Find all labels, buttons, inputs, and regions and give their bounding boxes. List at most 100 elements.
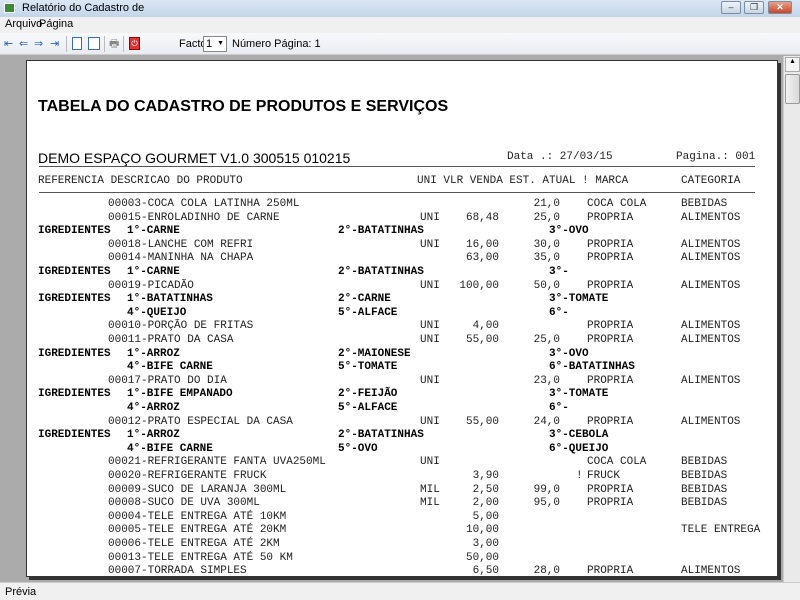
product-brand: PROPRIA <box>587 279 634 292</box>
last-page-icon[interactable]: ⇥ <box>50 37 59 51</box>
minimize-button[interactable]: – <box>721 1 741 14</box>
ingredients-label: IGREDIENTES <box>38 429 111 442</box>
prev-page-icon[interactable]: ⇐ <box>19 37 28 51</box>
ingredient-3: 6°- <box>549 306 569 319</box>
product-description: 00004-TELE ENTREGA ATÉ 10KM <box>108 510 287 523</box>
product-category: TELE ENTREGA <box>681 524 761 537</box>
product-row: 00003-COCA COLA LATINHA 250ML 21,0 COCA CO… <box>27 198 777 211</box>
ingredients-row: IGREDIENTES 1°-ARROZ 2°-MAIONESE 3°-OVO <box>27 348 777 361</box>
product-flag: ! <box>576 470 583 482</box>
separator <box>104 36 105 52</box>
ingredient-3: 3°- <box>549 266 569 278</box>
ingredients-row: IGREDIENTES 1°-CARNE 2°-BATATINHAS 3°-OVO <box>27 225 777 238</box>
next-page-icon[interactable]: ⇒ <box>34 37 43 51</box>
product-price: 3,00 <box>472 538 499 550</box>
product-description: 00017-PRATO DO DIA <box>108 374 227 387</box>
ingredient-3: 6°-QUEIJO <box>549 442 609 455</box>
product-stock: 50,0 <box>533 279 560 292</box>
ingredient-1: 4°-ARROZ <box>127 402 180 414</box>
status-bar: Prévia <box>0 582 800 600</box>
ingredient-1: 1°-CARNE <box>127 225 180 238</box>
product-unit: UNI <box>420 334 440 346</box>
product-price: 55,00 <box>465 415 499 428</box>
product-price: 50,00 <box>465 551 499 564</box>
close-report-icon[interactable]: ⏻ <box>129 37 140 50</box>
ingredient-3: 3°-CEBOLA <box>549 429 609 442</box>
report-page: TABELA DO CADASTRO DE PRODUTOS E SERVIÇO… <box>26 60 778 577</box>
product-description: 00020-REFRIGERANTE FRUCK <box>108 470 267 482</box>
status-text: Prévia <box>5 586 37 598</box>
close-button[interactable]: ✕ <box>768 1 792 14</box>
report-viewer: TABELA DO CADASTRO DE PRODUTOS E SERVIÇO… <box>0 56 783 582</box>
product-price: 100,00 <box>459 279 499 292</box>
ingredient-1: 1°-ARROZ <box>127 429 180 442</box>
first-page-icon[interactable]: ⇤ <box>4 37 13 51</box>
menu-pagina[interactable]: Página <box>39 18 73 30</box>
ingredients-row: 4°-BIFE CARNE 5°-TOMATE 6°-BATATINHAS <box>27 361 777 374</box>
ingredients-label: IGREDIENTES <box>38 225 111 238</box>
company-name: DEMO ESPAÇO GOURMET V1.0 300515 010215 <box>38 150 351 166</box>
product-stock: 24,0 <box>533 415 560 428</box>
menu-arquivo[interactable]: Arquivo <box>5 18 42 30</box>
product-unit: UNI <box>420 456 440 469</box>
ingredient-1: 4°-BIFE CARNE <box>127 361 213 374</box>
product-row: 00021-REFRIGERANTE FANTA UVA250ML UNI COCA… <box>27 456 777 469</box>
product-row: 00015-ENROLADINHO DE CARNE UNI 68,48 25,0 PR… <box>27 212 777 225</box>
menu-bar: Arquivo Página <box>0 17 800 33</box>
product-price: 5,00 <box>472 510 499 523</box>
product-description: 00005-TELE ENTREGA ATÉ 20KM <box>108 524 287 537</box>
ingredient-1: 1°-CARNE <box>127 266 180 278</box>
product-row: 00010-PORÇÃO DE FRITAS UNI 4,00 PROPRIA ALIM… <box>27 320 777 333</box>
product-row: 00011-PRATO DA CASA UNI 55,00 25,0 PROPRIA AL… <box>27 334 777 347</box>
single-page-icon[interactable] <box>72 37 82 50</box>
product-price: 6,50 <box>472 565 499 578</box>
restore-button[interactable]: ❐ <box>744 1 764 14</box>
ingredient-2: 2°-MAIONESE <box>338 347 411 360</box>
product-row: 00014-MANINHA NA CHAPA 63,00 35,0 PROPRIA AL… <box>27 252 777 265</box>
ingredient-3: 3°-OVO <box>549 347 589 360</box>
ingredient-2: 5°-ALFACE <box>338 402 398 414</box>
ingredients-row: IGREDIENTES 1°-BIFE EMPANADO 2°-FEIJÃO 3°-T… <box>27 388 777 401</box>
product-stock: 30,0 <box>533 238 560 251</box>
product-description: 00009-SUCO DE LARANJA 300ML <box>108 483 287 496</box>
product-brand: PROPRIA <box>587 238 634 251</box>
ingredients-row: IGREDIENTES 1°-CARNE 2°-BATATINHAS 3°- <box>27 266 777 279</box>
ingredient-3: 3°-TOMATE <box>549 293 609 306</box>
title-bar: Relatório do Cadastro de – ❐ ✕ <box>0 0 800 17</box>
product-row: 00012-PRATO ESPECIAL DA CASA UNI 55,00 24,0… <box>27 416 777 429</box>
product-category: BEBIDAS <box>681 470 728 482</box>
product-description: 00015-ENROLADINHO DE CARNE <box>108 211 280 224</box>
product-stock: 23,0 <box>533 374 560 387</box>
column-header-category: CATEGORIA <box>681 175 741 187</box>
product-category: BEBIDAS <box>681 483 728 496</box>
product-price: 55,00 <box>465 334 499 346</box>
product-price: 10,00 <box>465 524 499 537</box>
product-description: 00008-SUCO DE UVA 300ML <box>108 497 260 510</box>
product-description: 00018-LANCHE COM REFRI <box>108 238 254 251</box>
product-brand: COCA COLA <box>587 456 647 469</box>
scroll-thumb[interactable] <box>785 74 800 104</box>
report-page-number: Pagina.: 001 <box>676 151 756 163</box>
product-row: 00020-REFRIGERANTE FRUCK 3,90! FRUCK BEBIDA… <box>27 470 777 483</box>
product-price: 16,00 <box>465 238 499 251</box>
product-row: 00008-SUCO DE UVA 300ML MIL 2,00 95,0 PROPRI… <box>27 497 777 510</box>
vertical-scrollbar[interactable]: ▲ <box>783 56 800 582</box>
product-category: BEBIDAS <box>681 497 728 510</box>
scroll-up-button[interactable]: ▲ <box>785 57 800 72</box>
product-row: 00017-PRATO DO DIA UNI 23,0 PROPRIA ALIMENTO… <box>27 375 777 388</box>
ingredient-1: 1°-BATATINHAS <box>127 293 213 306</box>
factor-select[interactable]: 1 ▼ <box>203 36 227 52</box>
ingredient-1: 1°-ARROZ <box>127 347 180 360</box>
product-description: 00014-MANINHA NA CHAPA <box>108 252 254 265</box>
product-category: ALIMENTOS <box>681 238 741 251</box>
print-icon[interactable]: 🖶 <box>109 37 119 51</box>
column-header-description: REFERENCIA DESCRICAO DO PRODUTO <box>38 175 243 187</box>
product-unit: UNI <box>420 374 440 387</box>
product-price: 63,00 <box>465 252 499 265</box>
two-page-icon[interactable] <box>88 37 100 50</box>
ingredients-row: IGREDIENTES 1°-BATATINHAS 2°-CARNE 3°-TOMAT… <box>27 293 777 306</box>
product-row: 00005-TELE ENTREGA ATÉ 20KM 10,00 TELE ENT… <box>27 524 777 537</box>
product-row: 00009-SUCO DE LARANJA 300ML MIL 2,50 99,0 PR… <box>27 484 777 497</box>
product-unit: MIL <box>420 497 440 510</box>
product-brand: PROPRIA <box>587 320 634 333</box>
